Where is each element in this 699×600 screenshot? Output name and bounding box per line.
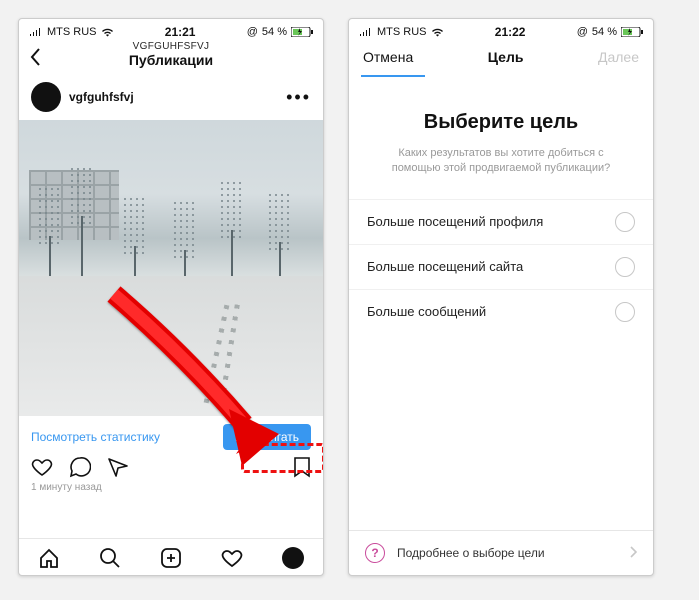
clock-label: 21:22: [495, 25, 526, 39]
battery-percent: 54 %: [262, 26, 287, 38]
post-header: vgfguhfsfvj •••: [19, 74, 323, 120]
tab-bar: [19, 538, 323, 575]
goal-option-profile-visits[interactable]: Больше посещений профиля: [349, 199, 653, 244]
clock-label: 21:21: [165, 25, 196, 39]
carrier-label: MTS RUS: [377, 26, 427, 38]
tab-search-icon[interactable]: [99, 547, 121, 569]
learn-more-label: Подробнее о выборе цели: [397, 546, 545, 560]
tab-profile-icon[interactable]: [282, 547, 304, 569]
radio-icon: [615, 302, 635, 322]
carrier-label: MTS RUS: [47, 26, 97, 38]
phone-left-publications: MTS RUS 21:21 @ 54 % VGFGUHFSFVJ Публика…: [18, 18, 324, 576]
question-icon: ?: [365, 543, 385, 563]
phone-right-goal: MTS RUS 21:22 @ 54 % Отмена Цель Далее В…: [348, 18, 654, 576]
header-title: Публикации: [31, 52, 311, 68]
goal-option-messages[interactable]: Больше сообщений: [349, 289, 653, 334]
next-button[interactable]: Далее: [598, 49, 639, 65]
comment-icon[interactable]: [69, 456, 91, 478]
goal-option-site-visits[interactable]: Больше посещений сайта: [349, 244, 653, 289]
cancel-underline: [361, 75, 425, 77]
radio-icon: [615, 212, 635, 232]
post-image[interactable]: [19, 120, 323, 416]
wifi-icon: [101, 28, 114, 37]
signal-icon: [359, 28, 373, 37]
bookmark-icon[interactable]: [293, 456, 311, 478]
timestamp-label: 1 минуту назад: [19, 478, 323, 503]
post-action-icons: [19, 454, 323, 478]
wifi-icon: [431, 28, 444, 37]
like-icon[interactable]: [31, 456, 53, 478]
view-stats-link[interactable]: Посмотреть статистику: [31, 430, 160, 444]
status-bar: MTS RUS 21:21 @ 54 %: [19, 19, 323, 41]
goal-option-label: Больше сообщений: [367, 304, 486, 319]
battery-icon: [291, 27, 313, 37]
avatar[interactable]: [31, 82, 61, 112]
radio-icon: [615, 257, 635, 277]
post-promote-row: Посмотреть статистику Продвигать: [19, 416, 323, 454]
cancel-button[interactable]: Отмена: [363, 49, 413, 65]
tab-activity-icon[interactable]: [221, 547, 243, 569]
battery-percent: 54 %: [592, 26, 617, 38]
share-icon[interactable]: [107, 456, 129, 478]
modal-header: Отмена Цель Далее: [349, 41, 653, 75]
signal-icon: [29, 28, 43, 37]
learn-more-row[interactable]: ? Подробнее о выборе цели: [349, 530, 653, 575]
goal-heading: Выберите цель: [349, 111, 653, 134]
promote-button[interactable]: Продвигать: [223, 424, 311, 450]
post-username[interactable]: vgfguhfsfvj: [69, 90, 278, 104]
more-icon[interactable]: •••: [286, 87, 311, 108]
battery-icon: [621, 27, 643, 37]
chevron-right-icon: [629, 546, 637, 561]
back-icon[interactable]: [29, 47, 41, 72]
tab-home-icon[interactable]: [38, 547, 60, 569]
goal-subtitle: Каких результатов вы хотите добиться с п…: [349, 146, 653, 177]
tab-add-icon[interactable]: [160, 547, 182, 569]
app-header: VGFGUHFSFVJ Публикации: [19, 41, 323, 74]
goal-option-label: Больше посещений профиля: [367, 214, 543, 229]
goal-option-label: Больше посещений сайта: [367, 259, 523, 274]
status-bar: MTS RUS 21:22 @ 54 %: [349, 19, 653, 41]
header-username: VGFGUHFSFVJ: [31, 41, 311, 52]
modal-title: Цель: [488, 49, 524, 65]
